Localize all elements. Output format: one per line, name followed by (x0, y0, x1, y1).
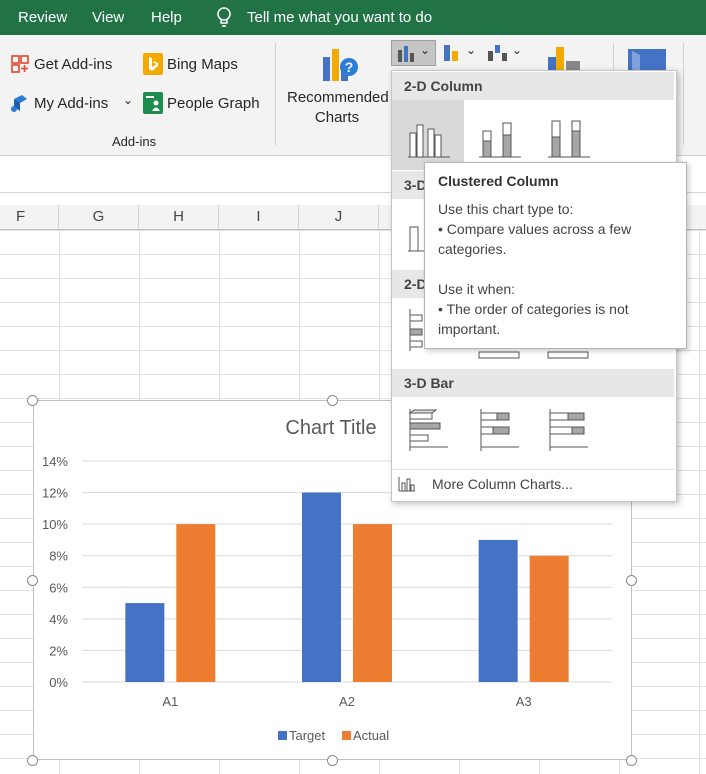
x-tick-label: A1 (162, 694, 178, 709)
legend: Target Actual (278, 728, 389, 743)
y-tick-label: 2% (49, 643, 68, 658)
3d-100-stacked-bar-thumb-icon[interactable] (544, 407, 594, 453)
group-separator (683, 43, 684, 145)
bing-maps-icon (143, 53, 163, 75)
more-column-charts-link[interactable]: More Column Charts... (432, 476, 573, 492)
tooltip-line-3: categories. (438, 241, 507, 257)
section-3d-bar: 3-D Bar (392, 369, 674, 397)
tooltip-line-2: • Compare values across a few (438, 221, 632, 237)
y-tick-label: 10% (42, 517, 68, 532)
column-header-h[interactable]: H (139, 205, 219, 229)
my-addins-button[interactable]: My Add-ins (34, 95, 108, 112)
people-graph-button[interactable]: People Graph (167, 95, 260, 112)
lightbulb-icon (217, 7, 231, 27)
my-addins-icon (11, 95, 27, 112)
chevron-down-icon[interactable]: ⌄ (466, 43, 476, 57)
x-tick-label: A2 (339, 694, 355, 709)
legend-swatch-actual (342, 731, 351, 740)
recommended-charts-label-1[interactable]: Recommended (287, 89, 389, 106)
svg-text:?: ? (345, 59, 354, 75)
y-tick-label: 6% (49, 580, 68, 595)
bar-actual-a1[interactable] (176, 524, 216, 682)
resize-handle-top-left[interactable] (27, 395, 38, 406)
stacked-column-thumb-icon[interactable] (475, 115, 525, 161)
bar-actual-a2[interactable] (353, 524, 392, 682)
y-tick-label: 12% (42, 486, 68, 501)
y-tick-label: 8% (49, 549, 68, 564)
hierarchy-chart-icon[interactable] (486, 43, 510, 63)
3d-stacked-bar-thumb-icon[interactable] (475, 407, 525, 453)
legend-swatch-target (278, 731, 287, 740)
recommended-charts-icon: ? (323, 49, 358, 81)
line-chart-icon[interactable] (442, 43, 464, 63)
bing-maps-button[interactable]: Bing Maps (167, 56, 238, 73)
bar-target-a3[interactable] (478, 539, 518, 682)
y-tick-label: 14% (42, 454, 68, 469)
tooltip-line-1: Use this chart type to: (438, 201, 574, 217)
chevron-down-icon: ⌄ (420, 43, 431, 57)
tooltip-line-5: • The order of categories is not (438, 301, 629, 317)
tooltip-line-4: Use it when: (438, 281, 516, 297)
resize-handle-bottom-left[interactable] (27, 755, 38, 766)
group-separator (275, 43, 276, 145)
column-chart-icon (398, 46, 414, 62)
column-header-j[interactable]: J (299, 205, 379, 229)
3d-clustered-bar-thumb-icon[interactable] (404, 407, 454, 453)
recommended-charts-label-2[interactable]: Charts (287, 109, 387, 126)
store-icon (11, 55, 29, 73)
legend-label-actual: Actual (353, 728, 389, 743)
column-header-f[interactable]: F (0, 205, 59, 229)
y-tick-label: 0% (49, 675, 68, 690)
column-header-g[interactable]: G (59, 205, 139, 229)
x-tick-label: A3 (516, 694, 532, 709)
divider (392, 469, 674, 470)
people-graph-icon (143, 92, 163, 114)
insert-column-chart-button[interactable]: ⌄ (391, 40, 436, 66)
y-tick-label: 4% (49, 612, 68, 627)
x-axis-labels: A1 A2 A3 (162, 694, 531, 709)
legend-label-target: Target (289, 728, 326, 743)
tooltip-title: Clustered Column (438, 173, 559, 189)
resize-handle-bottom-center[interactable] (327, 755, 338, 766)
bar-target-a2[interactable] (302, 492, 341, 682)
resize-handle-bottom-right[interactable] (626, 755, 637, 766)
tab-help[interactable]: Help (151, 9, 182, 26)
y-axis-labels: 0% 2% 4% 6% 8% 10% 12% 14% (42, 454, 68, 690)
bar-target-a1[interactable] (125, 603, 165, 682)
tab-view[interactable]: View (92, 9, 124, 26)
more-charts-icon (398, 477, 415, 492)
ribbon-tab-bar: Review View Help Tell me what you want t… (0, 0, 706, 35)
chevron-down-icon[interactable]: ⌄ (123, 93, 133, 107)
get-addins-button[interactable]: Get Add-ins (34, 56, 112, 73)
chart-type-tooltip: Clustered Column Use this chart type to:… (424, 162, 687, 349)
tell-me-search[interactable]: Tell me what you want to do (247, 9, 432, 26)
clustered-column-thumb-icon (408, 124, 450, 158)
tab-review[interactable]: Review (18, 9, 67, 26)
addins-group-label: Add-ins (112, 134, 157, 149)
tooltip-line-6: important. (438, 321, 501, 337)
resize-handle-middle-right[interactable] (626, 575, 637, 586)
section-2d-column: 2-D Column (392, 72, 674, 100)
bar-actual-a3[interactable] (529, 555, 569, 682)
column-header-i[interactable]: I (219, 205, 299, 229)
resize-handle-top-center[interactable] (327, 395, 338, 406)
chevron-down-icon[interactable]: ⌄ (512, 43, 522, 57)
chart-title[interactable]: Chart Title (285, 417, 376, 439)
100-stacked-column-thumb-icon[interactable] (544, 115, 594, 161)
resize-handle-middle-left[interactable] (27, 575, 38, 586)
